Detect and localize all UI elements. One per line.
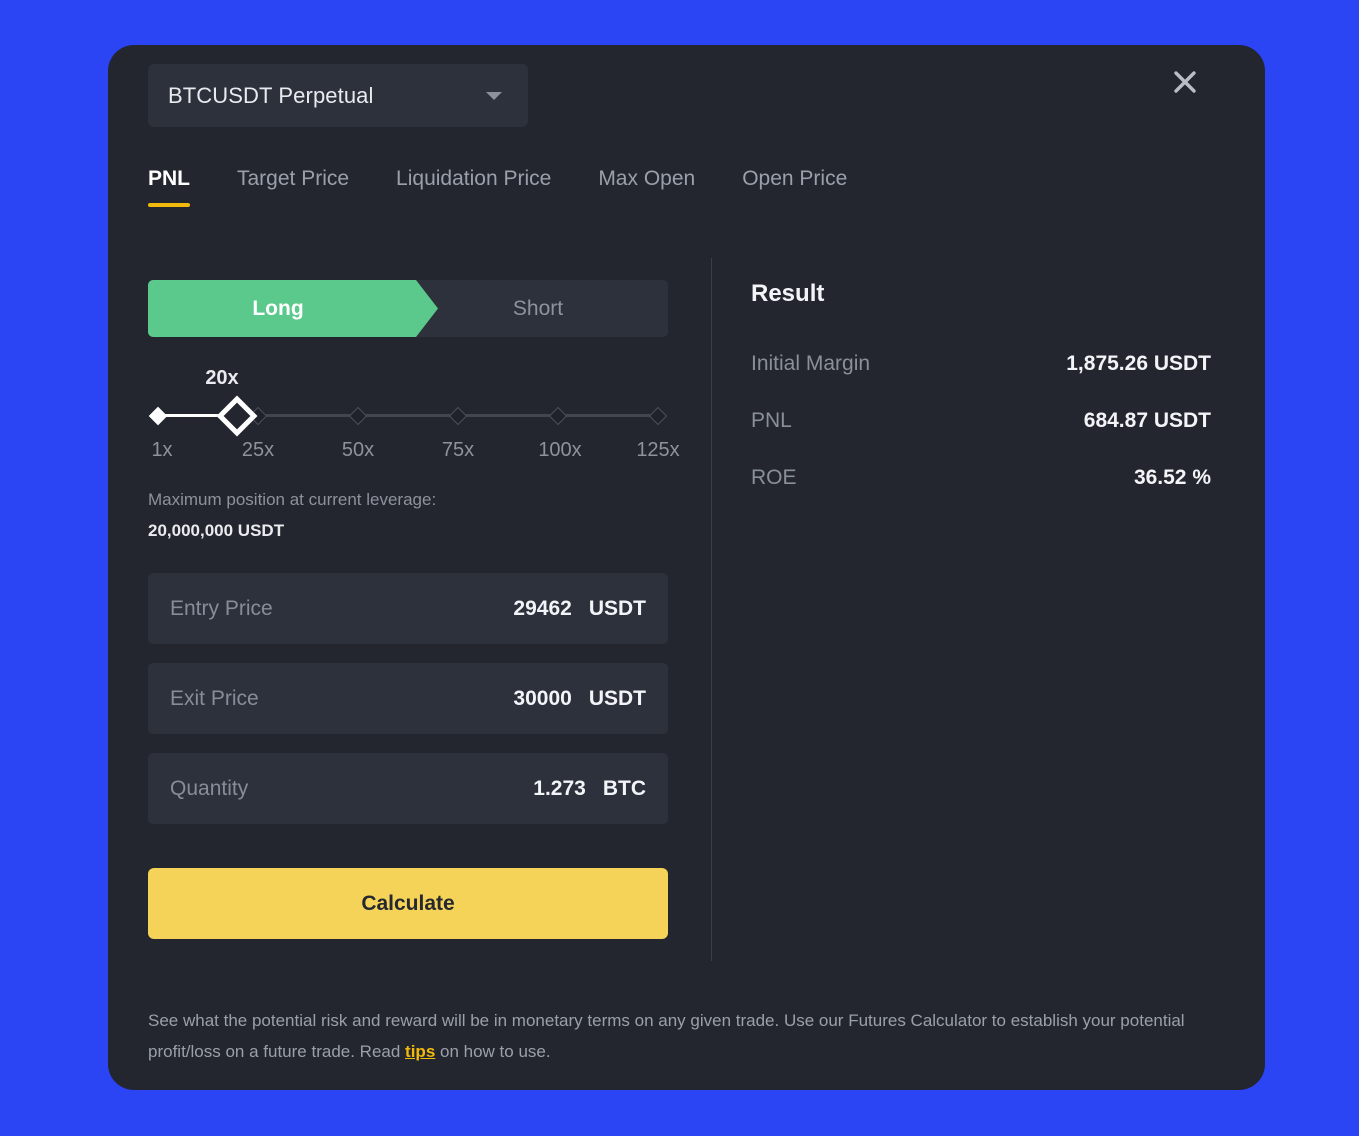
result-key-roe: ROE xyxy=(751,466,797,489)
calculator-form: Long Short 20x 1x 25x 50x 75x 100x 125x … xyxy=(148,280,680,939)
tab-liquidation-price[interactable]: Liquidation Price xyxy=(396,167,551,219)
tab-liquidation-price-label: Liquidation Price xyxy=(396,167,552,190)
footer-text-part1: See what the potential risk and reward w… xyxy=(148,1011,1185,1061)
close-button[interactable] xyxy=(1163,60,1207,104)
input-fields: Entry Price 29462 USDT Exit Price 30000 … xyxy=(148,573,668,824)
calculator-tabs: PNL Target Price Liquidation Price Max O… xyxy=(148,167,847,219)
side-option-short[interactable]: Short xyxy=(408,280,668,337)
quantity-value: 1.273 xyxy=(533,776,586,800)
leverage-scale-125x: 125x xyxy=(636,439,680,461)
result-key-initial-margin: Initial Margin xyxy=(751,352,871,375)
tips-link[interactable]: tips xyxy=(405,1042,435,1061)
result-list: Initial Margin 1,875.26 USDT PNL 684.87 … xyxy=(751,352,1211,490)
tab-pnl[interactable]: PNL xyxy=(148,167,190,219)
chevron-down-icon xyxy=(486,91,502,100)
exit-price-unit: USDT xyxy=(588,686,646,710)
quantity-field[interactable]: Quantity 1.273 BTC xyxy=(148,753,668,824)
quantity-label: Quantity xyxy=(170,776,249,800)
pane-divider xyxy=(711,258,712,961)
symbol-select[interactable]: BTCUSDT Perpetual xyxy=(148,64,528,127)
entry-price-field[interactable]: Entry Price 29462 USDT xyxy=(148,573,668,644)
exit-price-value: 30000 xyxy=(513,686,572,710)
calculate-button[interactable]: Calculate xyxy=(148,868,668,939)
leverage-tick-125x[interactable] xyxy=(648,406,668,425)
max-position-label: Maximum position at current leverage: xyxy=(148,490,437,509)
result-value-pnl: 684.87 USDT xyxy=(1083,409,1211,432)
tab-pnl-label: PNL xyxy=(148,167,190,190)
tab-open-price-label: Open Price xyxy=(742,167,848,190)
side-option-long[interactable]: Long xyxy=(148,280,408,337)
leverage-scale-1x: 1x xyxy=(151,439,173,461)
leverage-track[interactable] xyxy=(148,394,668,437)
tab-open-price[interactable]: Open Price xyxy=(742,167,847,219)
quantity-unit: BTC xyxy=(602,776,646,800)
footer-description: See what the potential risk and reward w… xyxy=(148,1005,1226,1067)
leverage-scale-100x: 100x xyxy=(538,439,582,461)
result-row-roe: ROE 36.52 % xyxy=(751,466,1211,490)
result-row-initial-margin: Initial Margin 1,875.26 USDT xyxy=(751,352,1211,376)
leverage-scale-25x: 25x xyxy=(241,439,275,461)
exit-price-label: Exit Price xyxy=(170,686,259,710)
tab-max-open[interactable]: Max Open xyxy=(598,167,695,219)
side-option-short-label: Short xyxy=(512,296,564,320)
leverage-current-value: 20x xyxy=(205,367,239,389)
close-icon xyxy=(1174,71,1196,93)
footer-text-part2: on how to use. xyxy=(435,1042,551,1061)
leverage-handle[interactable] xyxy=(216,394,258,437)
modal-header: BTCUSDT Perpetual xyxy=(148,64,1265,134)
symbol-select-label: BTCUSDT Perpetual xyxy=(168,82,374,108)
result-panel: Result Initial Margin 1,875.26 USDT PNL … xyxy=(751,280,1211,523)
leverage-tick-75x[interactable] xyxy=(448,406,468,425)
futures-calculator-modal: BTCUSDT Perpetual PNL Target Price Liqui… xyxy=(108,45,1265,1090)
side-option-long-label: Long xyxy=(252,296,304,320)
entry-price-unit: USDT xyxy=(588,596,646,620)
result-value-initial-margin: 1,875.26 USDT xyxy=(1066,352,1211,375)
leverage-scale: 1x 25x 50x 75x 100x 125x xyxy=(148,439,679,465)
exit-price-field[interactable]: Exit Price 30000 USDT xyxy=(148,663,668,734)
tab-max-open-label: Max Open xyxy=(598,167,696,190)
leverage-tick-1x[interactable] xyxy=(148,406,168,425)
result-title: Result xyxy=(751,280,825,307)
leverage-tick-50x[interactable] xyxy=(348,406,368,425)
position-side-toggle: Long Short xyxy=(148,280,668,337)
tab-target-price-label: Target Price xyxy=(237,167,350,190)
result-key-pnl: PNL xyxy=(751,409,792,432)
leverage-scale-50x: 50x xyxy=(341,439,375,461)
leverage-slider[interactable]: 20x 1x 25x 50x 75x 100x 125x xyxy=(148,367,680,485)
tab-target-price[interactable]: Target Price xyxy=(237,167,349,219)
max-position-value: 20,000,000 USDT xyxy=(148,521,285,540)
entry-price-value: 29462 xyxy=(513,596,572,620)
result-value-roe: 36.52 % xyxy=(1133,466,1211,489)
leverage-tick-100x[interactable] xyxy=(548,406,568,425)
leverage-scale-75x: 75x xyxy=(441,439,475,461)
result-row-pnl: PNL 684.87 USDT xyxy=(751,409,1211,433)
entry-price-label: Entry Price xyxy=(170,596,273,620)
